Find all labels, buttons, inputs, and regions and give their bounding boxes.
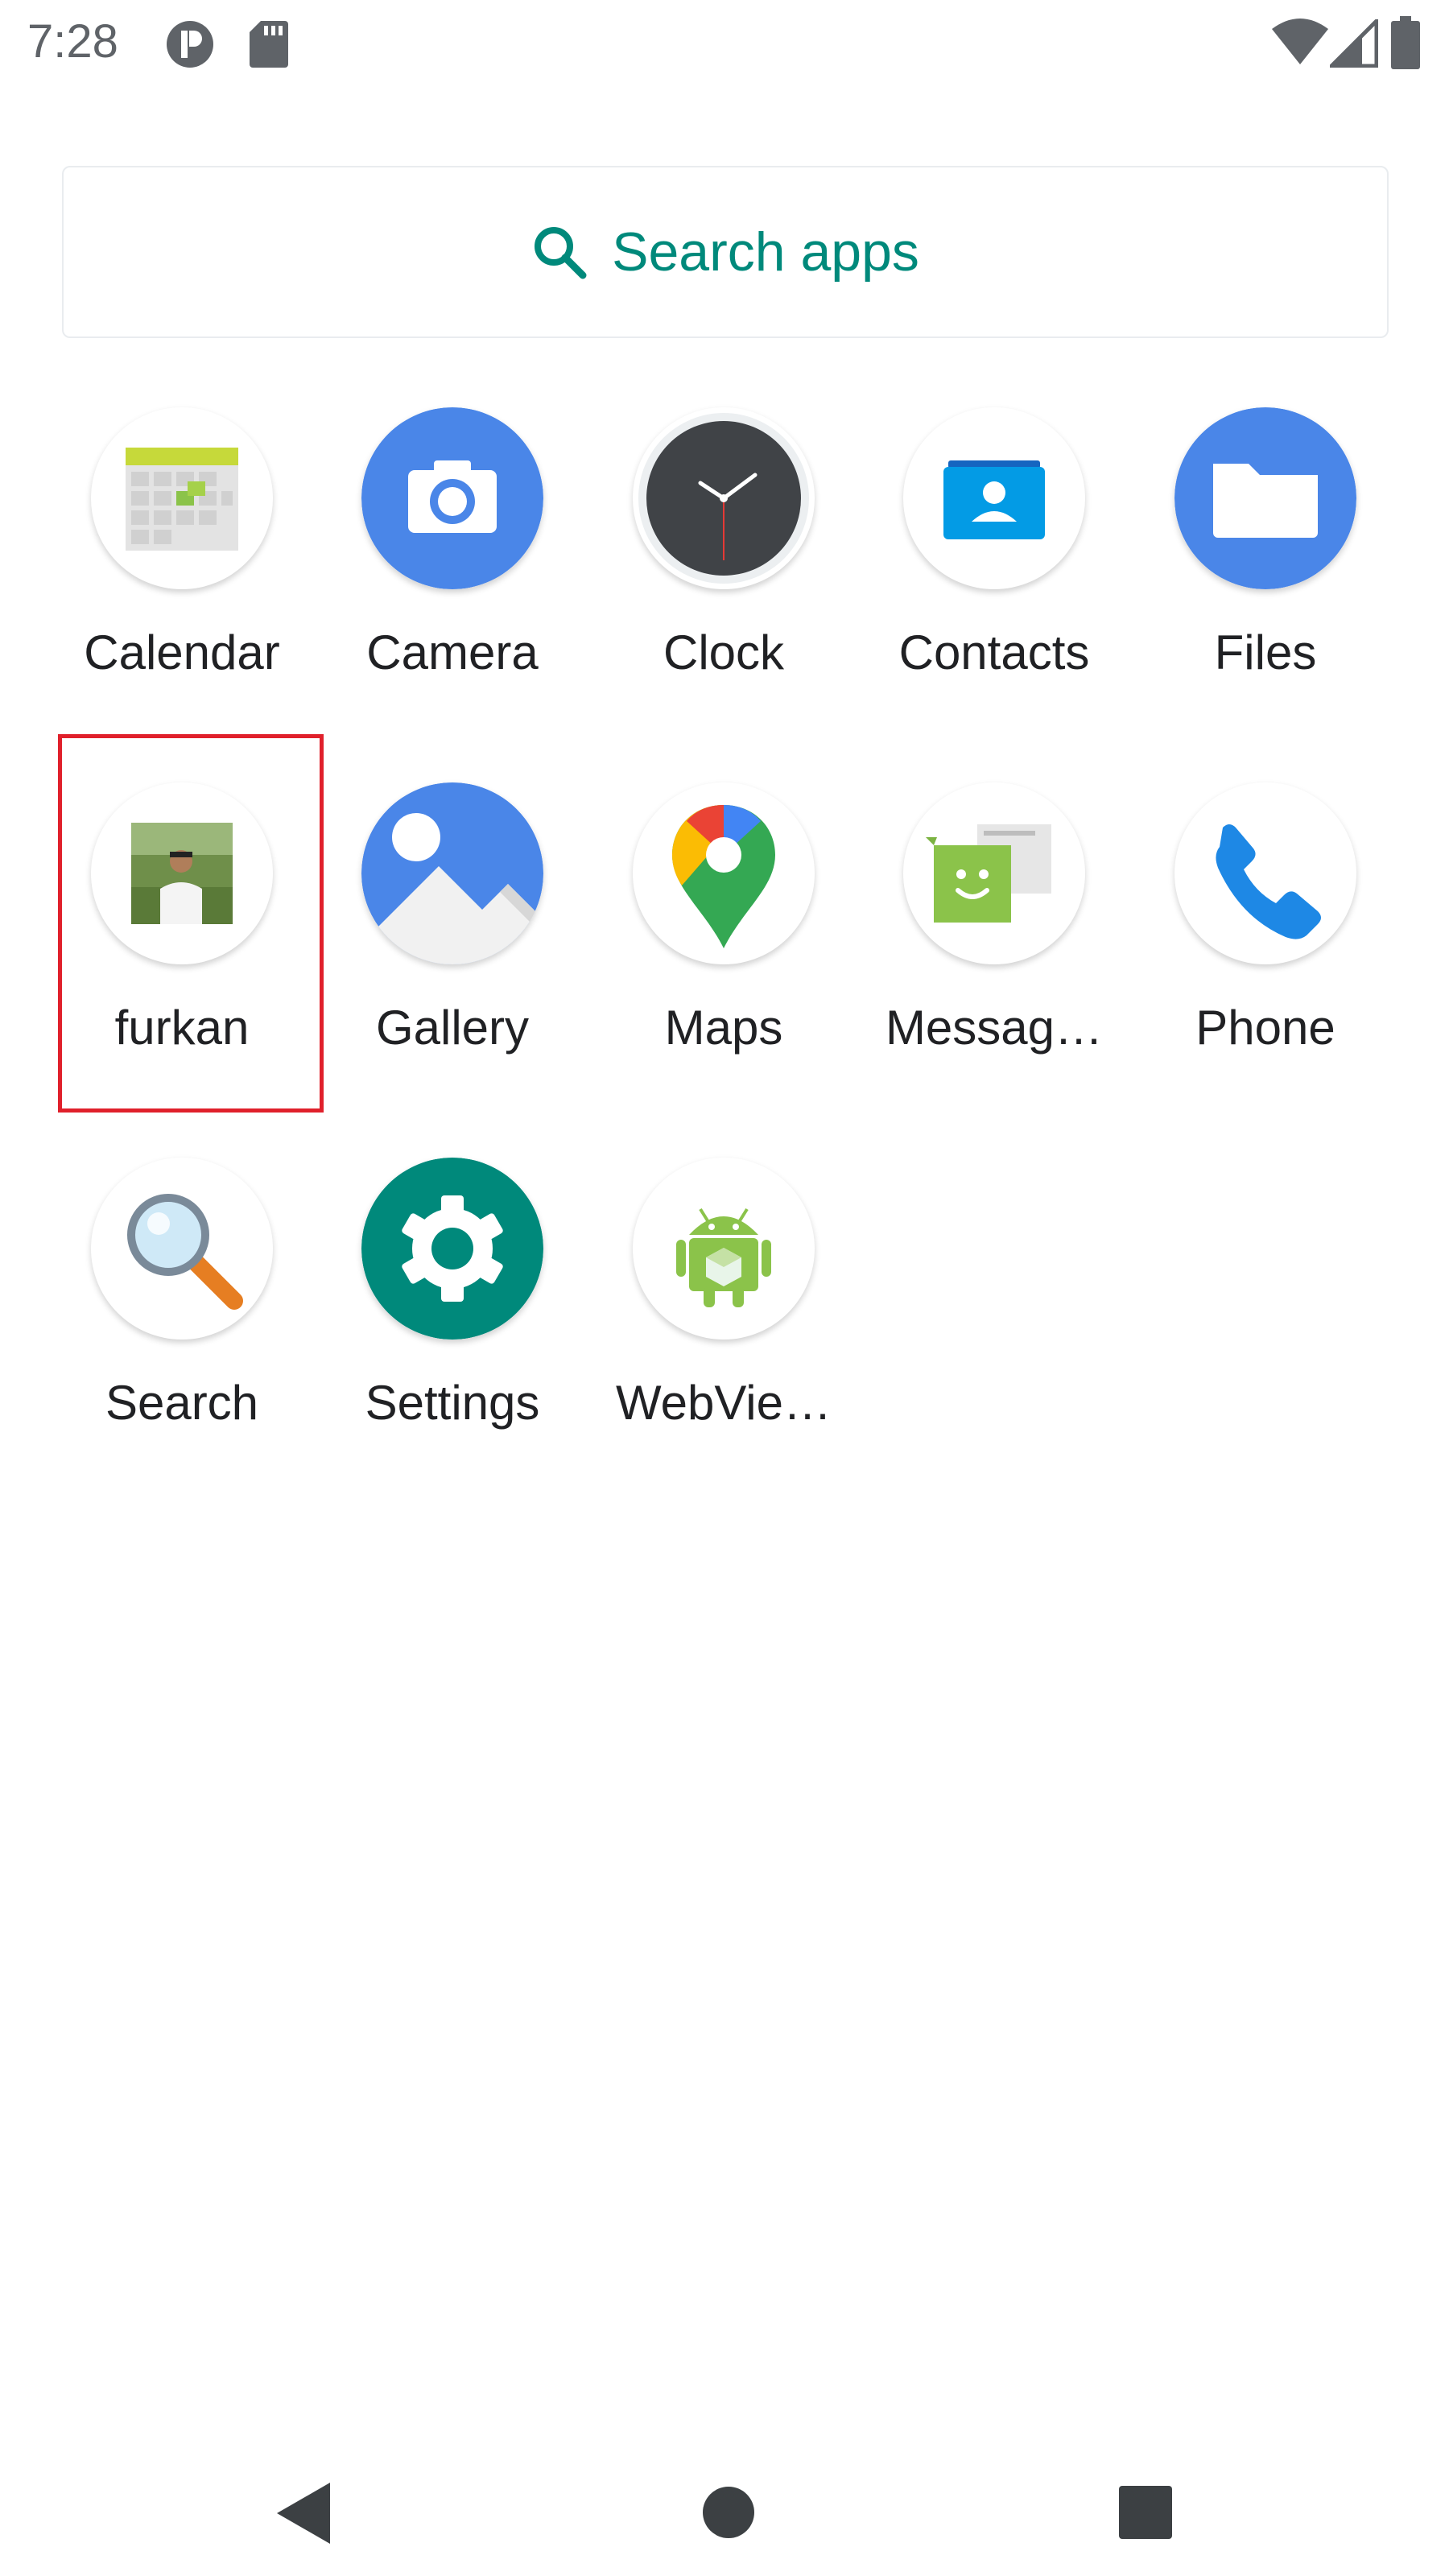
clock-icon	[633, 407, 815, 589]
sd-card-icon	[250, 21, 288, 68]
calendar-icon	[91, 407, 273, 589]
app-label: Contacts	[898, 625, 1090, 679]
wifi-icon	[1272, 19, 1328, 64]
app-label: WebVie…	[616, 1376, 832, 1430]
battery-icon	[1391, 16, 1420, 69]
gallery-icon	[361, 782, 543, 964]
search-icon	[535, 227, 587, 279]
app-label: furkan	[114, 1001, 250, 1055]
status-bar: 7:28	[0, 0, 1449, 89]
magnifier-icon	[91, 1158, 273, 1340]
app-label: Gallery	[375, 1001, 530, 1055]
app-label: Phone	[1195, 1001, 1335, 1055]
files-icon	[1174, 407, 1356, 589]
settings-gear-icon	[361, 1158, 543, 1340]
app-label: Messag…	[885, 1001, 1104, 1055]
furkan-photo-icon	[91, 782, 273, 964]
android-webview-icon	[633, 1158, 815, 1340]
back-icon[interactable]	[274, 2479, 333, 2547]
recents-icon[interactable]	[1117, 2484, 1174, 2541]
app-label: Settings	[365, 1376, 540, 1430]
search-apps-label: Search apps	[612, 221, 919, 283]
phone-icon	[1174, 782, 1356, 964]
status-time: 7:28	[27, 15, 118, 68]
messages-icon	[903, 782, 1085, 964]
app-label: Search	[105, 1376, 259, 1430]
profile-badge-icon	[167, 21, 213, 68]
cellular-signal-icon	[1330, 19, 1378, 68]
navigation-bar	[0, 2415, 1449, 2576]
app-label: Clock	[663, 625, 785, 679]
home-icon[interactable]	[700, 2484, 757, 2541]
contacts-icon	[903, 407, 1085, 589]
app-label: Maps	[664, 1001, 783, 1055]
app-label: Calendar	[84, 625, 280, 679]
app-label: Camera	[366, 625, 539, 679]
app-label: Files	[1214, 625, 1317, 679]
camera-icon	[361, 407, 543, 589]
search-apps-bar[interactable]: Search apps	[62, 166, 1389, 338]
maps-icon	[633, 782, 815, 964]
